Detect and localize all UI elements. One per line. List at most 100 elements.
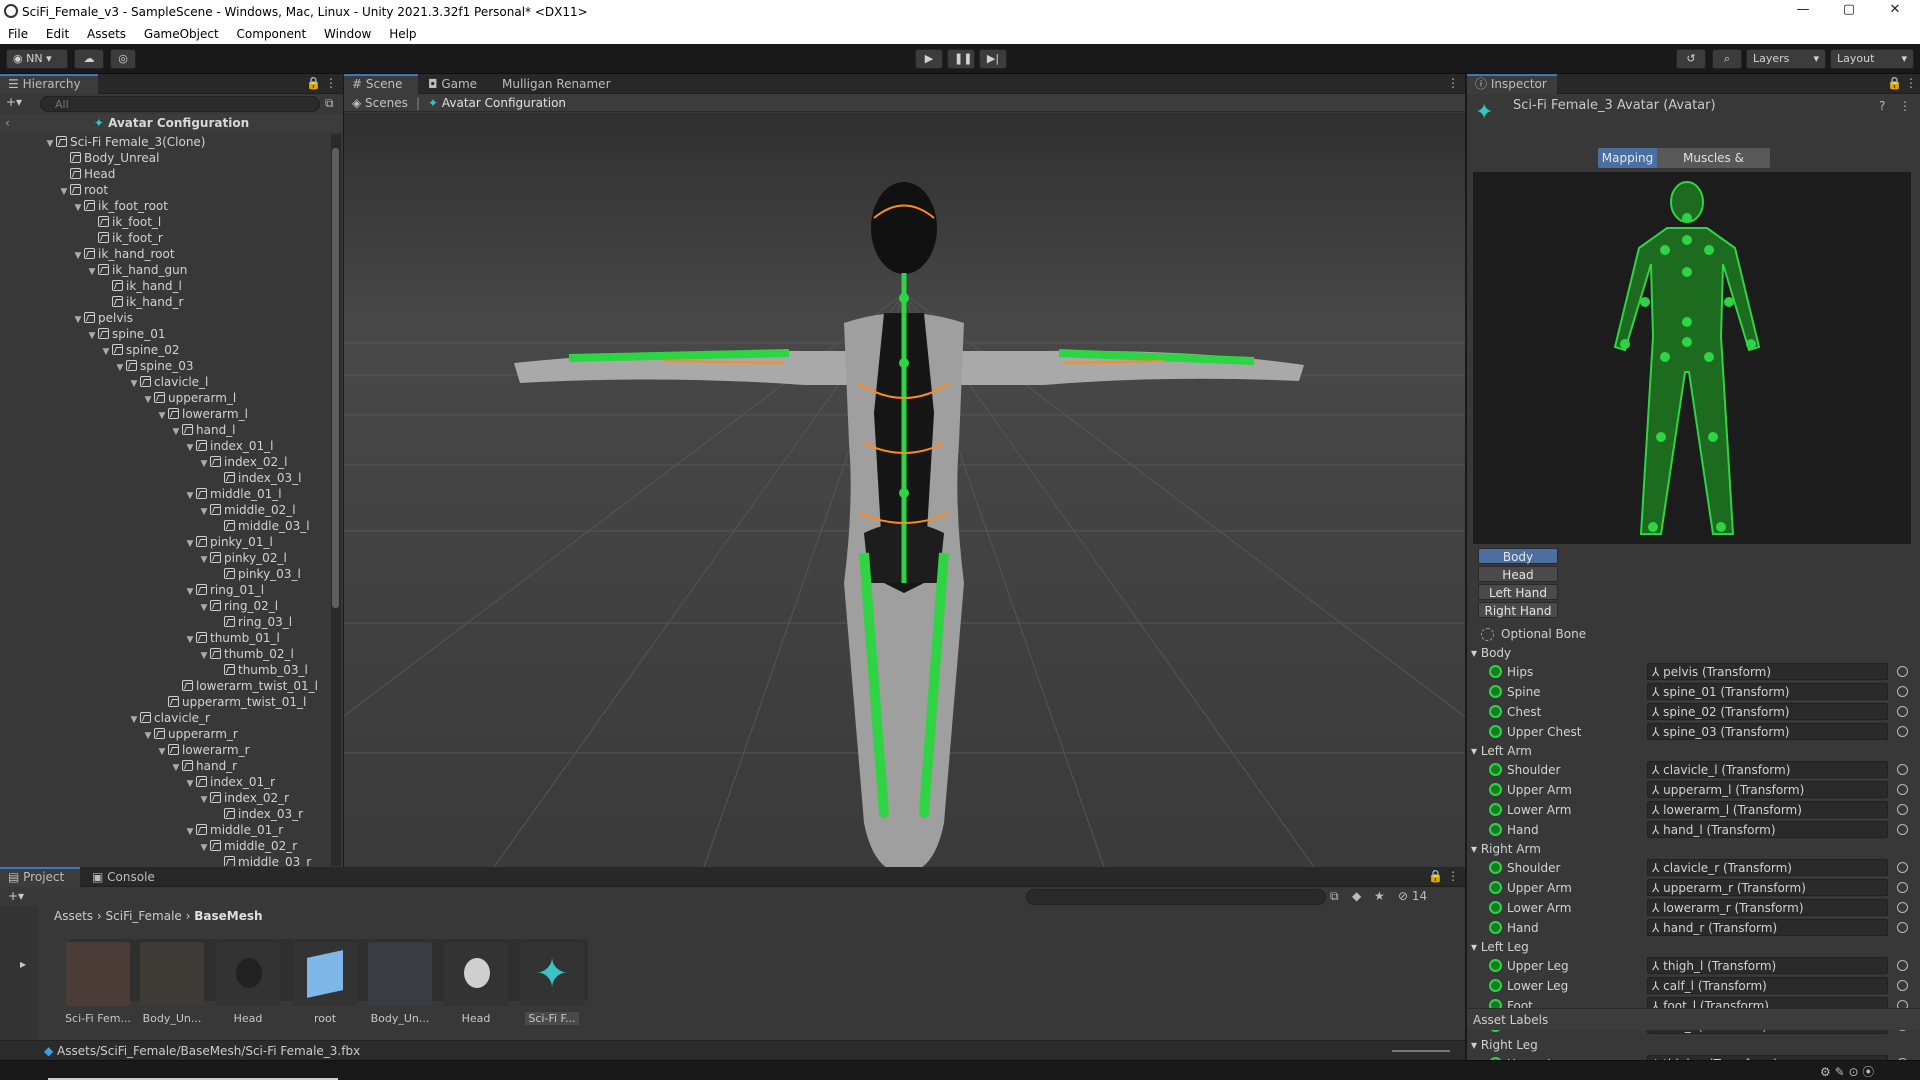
object-picker-icon[interactable] (1897, 764, 1908, 775)
muscles-settings-tab[interactable]: Muscles & Settings (1657, 148, 1770, 185)
tab-scene[interactable]: # Scene (344, 74, 418, 94)
object-picker-icon[interactable] (1897, 666, 1908, 677)
hierarchy-item[interactable]: ▼ spine_01 (0, 326, 330, 342)
kebab-menu-icon[interactable]: ⋮ (325, 76, 337, 90)
object-picker-icon[interactable] (1897, 686, 1908, 697)
minimize-button[interactable]: — (1780, 2, 1826, 22)
breadcrumb-scifi-female[interactable]: SciFi_Female (106, 909, 182, 923)
search-by-label-icon[interactable]: ◆ (1352, 889, 1361, 903)
hierarchy-item[interactable]: ▼ clavicle_l (0, 374, 330, 390)
mapping-section-header[interactable]: ▾ Body (1467, 644, 1920, 662)
lock-icon[interactable]: 🔒 (306, 76, 321, 90)
hierarchy-item[interactable]: ▼ clavicle_r (0, 710, 330, 726)
tab-mulligan-renamer[interactable]: Mulligan Renamer (494, 74, 619, 94)
hierarchy-item[interactable]: ▼ pelvis (0, 310, 330, 326)
hierarchy-item[interactable]: ▼ index_02_r (0, 790, 330, 806)
hierarchy-item[interactable]: ▼ hand_l (0, 422, 330, 438)
bone-transform-field[interactable]: ⅄ clavicle_l (Transform) (1647, 761, 1888, 778)
bone-status-icon[interactable] (1489, 705, 1502, 718)
hierarchy-scroll-thumb[interactable] (332, 148, 339, 608)
hierarchy-item[interactable]: upperarm_twist_01_l (0, 694, 330, 710)
object-picker-icon[interactable] (1897, 882, 1908, 893)
menu-gameobject[interactable]: GameObject (136, 24, 225, 41)
left-hand-button[interactable]: Left Hand (1478, 584, 1558, 600)
menu-window[interactable]: Window (316, 24, 377, 41)
mapping-section-header[interactable]: ▾ Left Arm (1467, 742, 1920, 760)
asset-body-unreal-2[interactable]: Body_Un... (364, 942, 436, 1025)
bone-transform-field[interactable]: ⅄ lowerarm_l (Transform) (1647, 801, 1888, 818)
hierarchy-item[interactable]: ▼ ik_hand_gun (0, 262, 330, 278)
help-icon[interactable]: ? (1879, 99, 1885, 113)
hierarchy-item[interactable]: ik_foot_l (0, 214, 330, 230)
asset-body-unreal-1[interactable]: Body_Un... (136, 942, 208, 1025)
bone-transform-field[interactable]: ⅄ spine_01 (Transform) (1647, 683, 1888, 700)
account-dropdown[interactable]: ◉ NN ▾ (6, 49, 68, 69)
object-picker-icon[interactable] (1897, 824, 1908, 835)
hierarchy-item[interactable]: index_03_r (0, 806, 330, 822)
hierarchy-item[interactable]: ▼ lowerarm_l (0, 406, 330, 422)
layers-dropdown[interactable]: Layers ▾ (1746, 49, 1826, 69)
foldout-arrow-icon[interactable]: ▾ (1471, 842, 1481, 856)
object-picker-icon[interactable] (1897, 784, 1908, 795)
collab-button[interactable]: ◎ (110, 49, 136, 69)
hierarchy-item[interactable]: ▼ middle_02_r (0, 838, 330, 854)
mapping-section-header[interactable]: ▾ Right Leg (1467, 1036, 1920, 1054)
bone-transform-field[interactable]: ⅄ spine_02 (Transform) (1647, 703, 1888, 720)
mapping-section-header[interactable]: ▾ Right Arm (1467, 840, 1920, 858)
inspector-settings-icon[interactable]: ⋮ (1899, 99, 1911, 113)
play-button[interactable]: ▶ (915, 49, 943, 69)
hierarchy-item[interactable]: ▼ pinky_02_l (0, 550, 330, 566)
bone-transform-field[interactable]: ⅄ hand_l (Transform) (1647, 821, 1888, 838)
hierarchy-item[interactable]: ▼ thumb_02_l (0, 646, 330, 662)
hierarchy-item[interactable]: index_03_l (0, 470, 330, 486)
hierarchy-item[interactable]: ▼ ik_foot_root (0, 198, 330, 214)
breadcrumb-assets[interactable]: Assets (54, 909, 93, 923)
bone-status-icon[interactable] (1489, 901, 1502, 914)
bone-status-icon[interactable] (1489, 921, 1502, 934)
create-asset-button[interactable]: +▾ (8, 889, 24, 903)
back-arrow-icon[interactable]: ‹ (5, 114, 10, 132)
body-button[interactable]: Body (1478, 548, 1558, 564)
hierarchy-item[interactable]: ▼ upperarm_r (0, 726, 330, 742)
hierarchy-search-input[interactable] (40, 96, 320, 112)
hierarchy-item[interactable]: ▼ Sci-Fi Female_3(Clone) (0, 134, 330, 150)
hierarchy-item[interactable]: ▼ thumb_01_l (0, 630, 330, 646)
menu-file[interactable]: File (0, 24, 34, 41)
hidden-packages-icon[interactable]: ⊘ 14 (1398, 889, 1427, 903)
hierarchy-item[interactable]: lowerarm_twist_01_l (0, 678, 330, 694)
tab-game[interactable]: ◘ Game (420, 74, 485, 94)
asset-sci-fi-avatar[interactable]: ✦ Sci-Fi F... (516, 942, 588, 1025)
bone-transform-field[interactable]: ⅄ clavicle_r (Transform) (1647, 859, 1888, 876)
hierarchy-item[interactable]: middle_03_r (0, 854, 330, 866)
hierarchy-item[interactable]: Head (0, 166, 330, 182)
bone-status-icon[interactable] (1489, 763, 1502, 776)
object-picker-icon[interactable] (1897, 706, 1908, 717)
hierarchy-item[interactable]: ▼ ring_01_l (0, 582, 330, 598)
project-search-input[interactable] (1026, 889, 1326, 905)
tree-folder-icon[interactable]: ▸ (20, 957, 26, 971)
status-icons[interactable]: ⚙ ✎ ⊙ ⦿ (1820, 1063, 1874, 1080)
right-hand-button[interactable]: Right Hand (1478, 602, 1558, 618)
hierarchy-item[interactable]: ▼ hand_r (0, 758, 330, 774)
hierarchy-item[interactable]: Body_Unreal (0, 150, 330, 166)
scene-viewport[interactable] (344, 113, 1465, 867)
hierarchy-item[interactable]: ring_03_l (0, 614, 330, 630)
scene-visibility-icon[interactable]: ⧉ (325, 96, 334, 111)
layout-dropdown[interactable]: Layout ▾ (1830, 49, 1914, 69)
hierarchy-item[interactable]: ▼ pinky_01_l (0, 534, 330, 550)
hierarchy-item[interactable]: ▼ middle_01_l (0, 486, 330, 502)
hierarchy-item[interactable]: ▼ root (0, 182, 330, 198)
step-button[interactable]: ▶| (979, 49, 1007, 69)
foldout-arrow-icon[interactable]: ▾ (1471, 1038, 1481, 1052)
hierarchy-item[interactable]: ▼ index_02_l (0, 454, 330, 470)
bone-transform-field[interactable]: ⅄ upperarm_l (Transform) (1647, 781, 1888, 798)
bone-status-icon[interactable] (1489, 725, 1502, 738)
hierarchy-item[interactable]: ▼ index_01_l (0, 438, 330, 454)
object-picker-icon[interactable] (1897, 902, 1908, 913)
project-lock-icon[interactable]: 🔒 (1428, 869, 1443, 883)
bone-status-icon[interactable] (1489, 979, 1502, 992)
inspector-menu-icon[interactable]: ⋮ (1905, 76, 1917, 90)
bone-transform-field[interactable]: ⅄ upperarm_r (Transform) (1647, 879, 1888, 896)
breadcrumb-basemesh[interactable]: BaseMesh (194, 909, 262, 923)
pause-button[interactable]: ❚❚ (947, 49, 975, 69)
